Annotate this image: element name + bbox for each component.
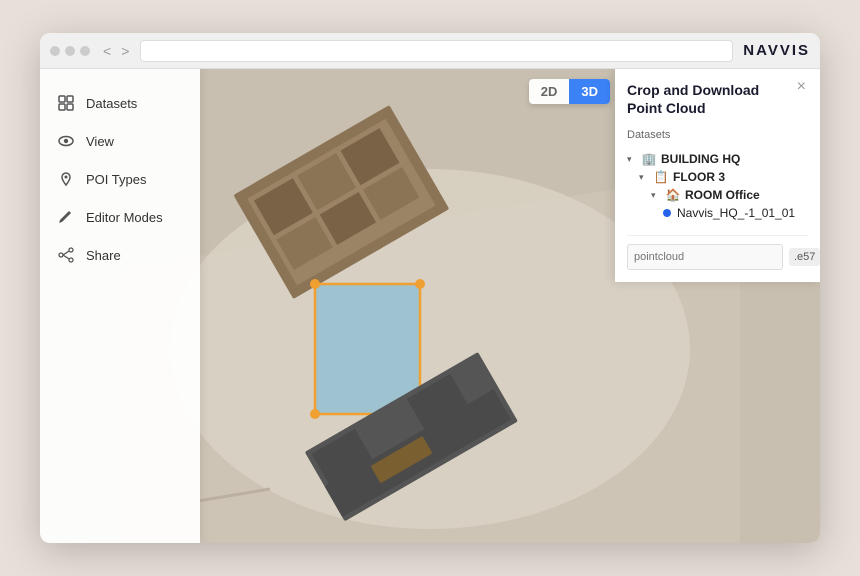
room-label: ROOM Office <box>685 188 760 202</box>
crop-panel-close-button[interactable]: × <box>795 79 808 95</box>
toggle-2d-button[interactable]: 2D <box>529 79 570 104</box>
floor-label: FLOOR 3 <box>673 170 725 184</box>
file-extension-label: .e57 <box>789 248 820 266</box>
sidebar-item-poi-types[interactable]: POI Types <box>40 161 200 197</box>
view-toggle: 2D 3D <box>529 79 610 104</box>
eye-icon <box>56 131 76 151</box>
sidebar-item-datasets[interactable]: Datasets <box>40 85 200 121</box>
building-icon: 🏢 <box>641 152 657 166</box>
pencil-icon <box>56 207 76 227</box>
nav-back-button[interactable]: < <box>100 43 114 59</box>
browser-titlebar: < > NavVis <box>40 33 820 69</box>
sidebar-item-view[interactable]: View <box>40 123 200 159</box>
chevron-floor: ▾ <box>639 172 649 183</box>
sidebar-view-label: View <box>86 134 114 149</box>
crop-panel-title: Crop and Download Point Cloud <box>627 81 787 117</box>
nav-forward-button[interactable]: > <box>118 43 132 59</box>
chevron-room: ▾ <box>651 190 661 201</box>
datasets-section-label: Datasets <box>627 129 808 141</box>
toggle-3d-button[interactable]: 3D <box>569 79 610 104</box>
crop-panel: Crop and Download Point Cloud × Datasets… <box>615 69 820 282</box>
dot-minimize <box>65 46 75 56</box>
window-controls <box>50 46 90 56</box>
grid-icon <box>56 93 76 113</box>
dataset-tree: ▾ 🏢 BUILDING HQ ▾ 📋 FLOOR 3 ▾ 🏠 ROOM Off… <box>627 151 808 221</box>
sidebar-item-share[interactable]: Share <box>40 237 200 273</box>
tree-item-file[interactable]: Navvis_HQ_-1_01_01 <box>627 205 808 221</box>
titlebar-nav: < > <box>100 43 132 59</box>
floor-icon: 📋 <box>653 170 669 184</box>
location-icon <box>56 169 76 189</box>
sidebar-item-editor-modes[interactable]: Editor Modes <box>40 199 200 235</box>
chevron-building: ▾ <box>627 154 637 165</box>
sidebar-datasets-label: Datasets <box>86 96 137 111</box>
sidebar-poi-types-label: POI Types <box>86 172 146 187</box>
building-label: BUILDING HQ <box>661 152 740 166</box>
room-icon: 🏠 <box>665 188 681 202</box>
filename-input[interactable] <box>627 244 783 270</box>
file-label: Navvis_HQ_-1_01_01 <box>677 206 795 220</box>
dot-maximize <box>80 46 90 56</box>
crop-panel-footer: .e57 Download <box>627 235 808 270</box>
file-dot-icon <box>663 209 671 217</box>
tree-item-floor[interactable]: ▾ 📋 FLOOR 3 <box>627 169 808 185</box>
sidebar: Datasets View POI Types <box>40 69 200 543</box>
crop-panel-header: Crop and Download Point Cloud × <box>627 81 808 117</box>
sidebar-share-label: Share <box>86 248 121 263</box>
dot-close <box>50 46 60 56</box>
share-icon <box>56 245 76 265</box>
navvis-logo: NavVis <box>743 42 810 59</box>
tree-item-room[interactable]: ▾ 🏠 ROOM Office <box>627 187 808 203</box>
address-bar[interactable] <box>140 40 733 62</box>
browser-window: < > NavVis <box>40 33 820 543</box>
map-content-area: Datasets View POI Types <box>40 69 820 543</box>
tree-item-building[interactable]: ▾ 🏢 BUILDING HQ <box>627 151 808 167</box>
sidebar-editor-modes-label: Editor Modes <box>86 210 163 225</box>
